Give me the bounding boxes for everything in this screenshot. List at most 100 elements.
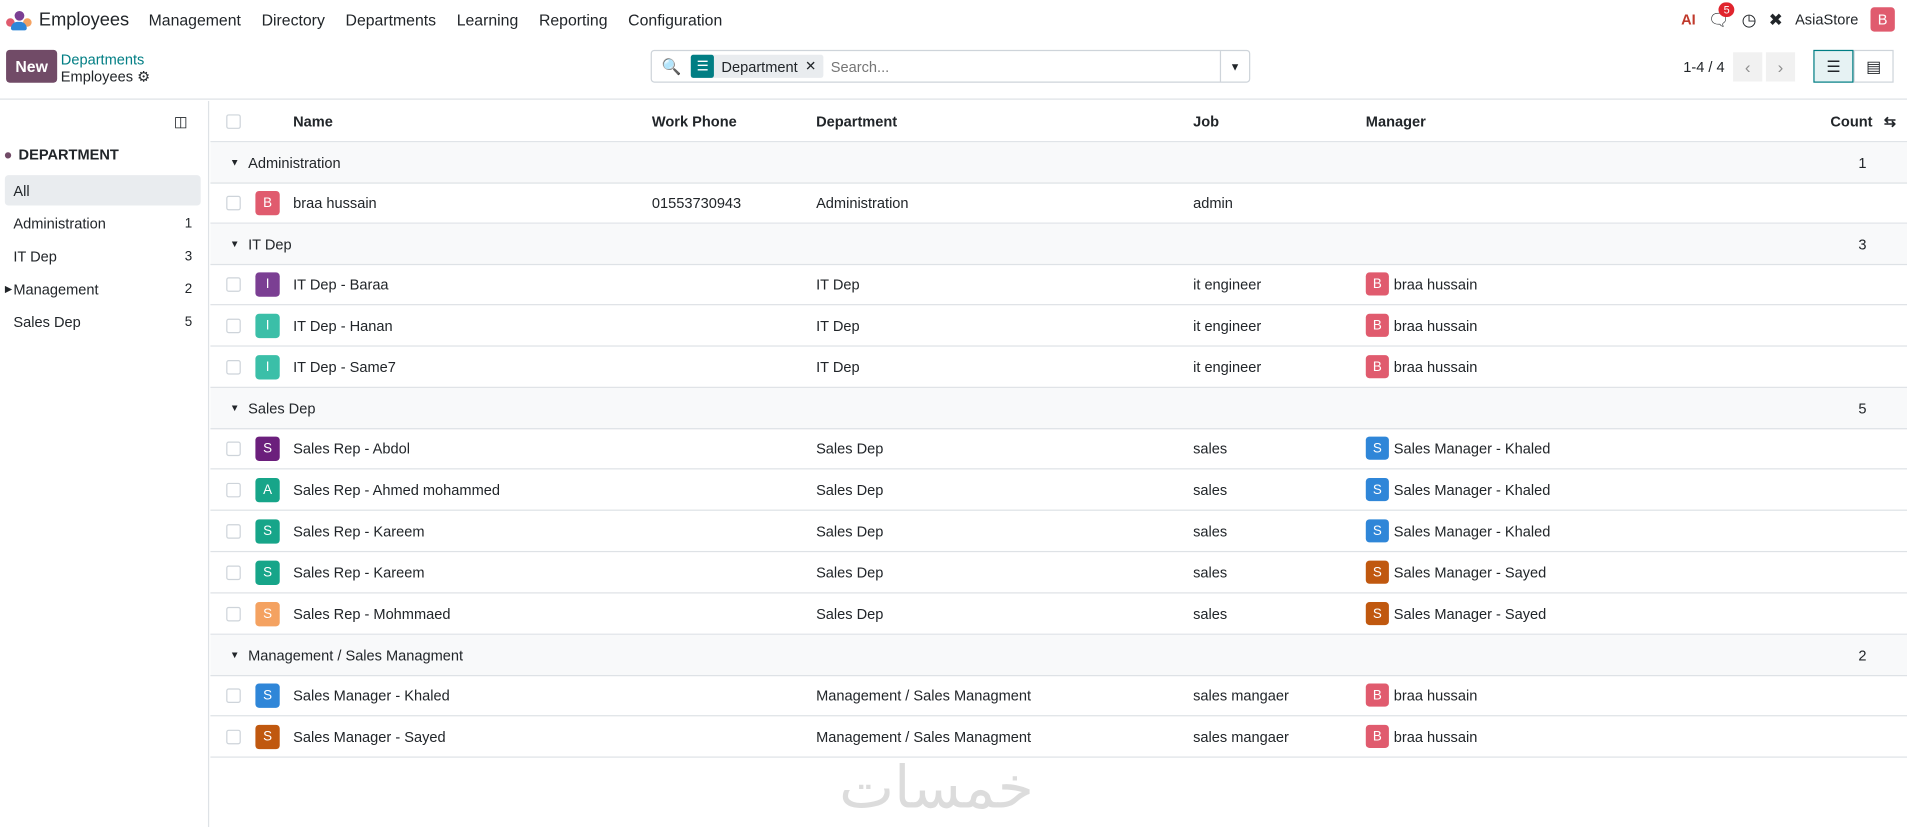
manager-avatar: S: [1365, 602, 1389, 626]
row-checkbox[interactable]: [226, 564, 241, 580]
group-caret-icon[interactable]: ▼: [230, 238, 240, 249]
app-logo-icon[interactable]: [5, 9, 32, 31]
breadcrumb-departments[interactable]: Departments: [61, 51, 150, 68]
header-job[interactable]: Job: [1193, 112, 1219, 129]
group-row[interactable]: ▼ Sales Dep 5: [210, 387, 1907, 430]
group-caret-icon[interactable]: ▼: [230, 649, 240, 660]
list-view-button[interactable]: ☰: [1813, 49, 1854, 83]
sidebar-toggle-icon[interactable]: ◫: [174, 113, 188, 130]
group-label: Sales Dep: [248, 399, 316, 417]
table-row[interactable]: I IT Dep - Same7 IT Dep it engineer Bbraa hu…: [210, 347, 1907, 388]
table-row[interactable]: S Sales Rep - Kareem Sales Dep sales S Sales …: [210, 511, 1907, 553]
manager-name: Sales Manager - Sayed: [1393, 563, 1547, 581]
table-row[interactable]: A Sales Rep - Ahmed mohammed Sales Dep sale…: [210, 469, 1907, 511]
group-caret-icon[interactable]: ▼: [230, 157, 240, 168]
header-count[interactable]: Count: [1830, 112, 1872, 129]
row-checkbox[interactable]: [226, 729, 241, 744]
manager-name: braa hussain: [1393, 358, 1478, 376]
header-name[interactable]: Name: [293, 112, 333, 129]
table-row[interactable]: Bbraa hussain 01553730943 Administration ad…: [210, 182, 1907, 224]
app-name[interactable]: Employees: [39, 9, 129, 30]
table-row[interactable]: S Sales Rep - Kareem Sales Dep sales S Sales …: [210, 552, 1907, 594]
sidebar-header: ● DEPARTMENT: [4, 146, 119, 163]
row-checkbox[interactable]: [226, 523, 241, 539]
employee-avatar: I: [255, 354, 280, 379]
header-department[interactable]: Department: [816, 112, 897, 129]
row-checkbox[interactable]: [226, 606, 241, 621]
table-row[interactable]: I IT Dep - Hanan IT Dep it engineer Bbraa hu…: [210, 305, 1907, 347]
employee-avatar: S: [255, 601, 280, 626]
group-row[interactable]: ▼ Management / Sales Managment 2: [210, 634, 1907, 677]
group-row[interactable]: ▼ Administration 1: [210, 142, 1907, 184]
menu-learning[interactable]: Learning: [457, 10, 519, 28]
manager-name: Sales Manager - Khaled: [1393, 481, 1551, 499]
group-row[interactable]: ▼ IT Dep 3: [210, 223, 1907, 266]
manager-avatar: B: [1365, 272, 1389, 296]
user-avatar[interactable]: B: [1870, 7, 1895, 32]
search-input[interactable]: [830, 57, 1220, 75]
menu-reporting[interactable]: Reporting: [539, 10, 608, 28]
sidebar-item-all[interactable]: All: [4, 175, 201, 206]
group-label: Management / Sales Managment: [248, 646, 464, 664]
sidebar-item-sales-dep[interactable]: Sales Dep 5: [5, 306, 201, 336]
row-checkbox[interactable]: [226, 318, 241, 333]
table-row[interactable]: S Sales Manager - Sayed Management / Sales…: [210, 716, 1907, 758]
pager-next-icon[interactable]: ›: [1765, 52, 1796, 82]
main-menu: Management Directory Departments Learnin…: [149, 10, 743, 28]
row-checkbox[interactable]: [226, 687, 241, 703]
work-phone: 01553730943: [651, 193, 742, 212]
row-checkbox[interactable]: [226, 482, 241, 497]
select-all-checkbox[interactable]: [226, 113, 241, 129]
employee-name: braa hussain: [293, 193, 377, 212]
table-row[interactable]: S Sales Manager - Khaled Management / Sale…: [210, 675, 1907, 717]
department-cell: Management / Sales Managment: [816, 727, 1032, 745]
job-cell: sales: [1193, 522, 1228, 540]
menu-management[interactable]: Management: [149, 10, 241, 28]
pager-previous-icon[interactable]: ‹: [1733, 52, 1763, 82]
sidebar-item-count: 5: [184, 314, 193, 329]
gear-icon[interactable]: ⚙: [137, 68, 150, 85]
sidebar-item-administration[interactable]: Administration 1: [5, 208, 201, 238]
optional-columns-icon[interactable]: ⇆: [1884, 112, 1896, 129]
search-options-toggle[interactable]: ▼: [1219, 51, 1249, 82]
search-icon[interactable]: 🔍: [662, 57, 682, 76]
row-checkbox[interactable]: [226, 195, 241, 210]
facet-label: Department: [721, 57, 798, 75]
chat-icon[interactable]: 🗨 5: [1708, 1, 1735, 30]
search-facet: ☰ Department ✕: [691, 54, 824, 78]
table-row[interactable]: I IT Dep - Baraa IT Dep it engineer Bbraa hu…: [210, 264, 1907, 306]
people-icon: ●: [3, 145, 13, 163]
menu-configuration[interactable]: Configuration: [628, 10, 722, 28]
sidebar-item-label: Sales Dep: [13, 313, 81, 331]
company-name[interactable]: AsiaStore: [1795, 11, 1858, 28]
tools-icon[interactable]: ✖: [1769, 9, 1783, 30]
facet-remove-icon[interactable]: ✕: [805, 58, 824, 75]
kanban-view-button[interactable]: ▤: [1853, 49, 1894, 83]
row-checkbox[interactable]: [226, 440, 241, 456]
sidebar-item-it-dep[interactable]: IT Dep 3: [5, 241, 201, 271]
expand-caret-icon[interactable]: ▶: [5, 283, 12, 294]
department-cell: Sales Dep: [816, 605, 884, 623]
employee-name: Sales Rep - Abdol: [293, 439, 410, 457]
table-row[interactable]: S Sales Rep - Abdol Sales Dep sales S Sales M…: [210, 428, 1907, 470]
activity-clock-icon[interactable]: ◷: [1742, 9, 1757, 30]
breadcrumb-current: Employees: [60, 68, 134, 86]
ai-icon[interactable]: AI: [1681, 11, 1696, 28]
group-caret-icon[interactable]: ▼: [230, 403, 240, 414]
new-button[interactable]: New: [6, 49, 58, 83]
systray: AI 🗨 5 ◷ ✖ AsiaStore B: [1681, 1, 1907, 32]
table-row[interactable]: S Sales Rep - Mohmmaed Sales Dep sales S Sale…: [210, 594, 1907, 635]
employee-avatar: B: [255, 190, 280, 215]
job-cell: sales: [1193, 563, 1228, 581]
breadcrumb: Departments Employees ⚙: [61, 51, 150, 85]
job-cell: sales: [1193, 481, 1228, 499]
manager-avatar: S: [1365, 477, 1389, 502]
menu-departments[interactable]: Departments: [346, 10, 437, 28]
header-work-phone[interactable]: Work Phone: [652, 112, 737, 129]
row-checkbox[interactable]: [226, 276, 241, 292]
menu-directory[interactable]: Directory: [262, 10, 325, 28]
header-manager[interactable]: Manager: [1366, 112, 1426, 129]
sidebar-item-management[interactable]: ▶ Management 2: [5, 274, 201, 304]
pager-value[interactable]: 1-4 / 4: [1683, 58, 1724, 75]
row-checkbox[interactable]: [226, 359, 241, 374]
